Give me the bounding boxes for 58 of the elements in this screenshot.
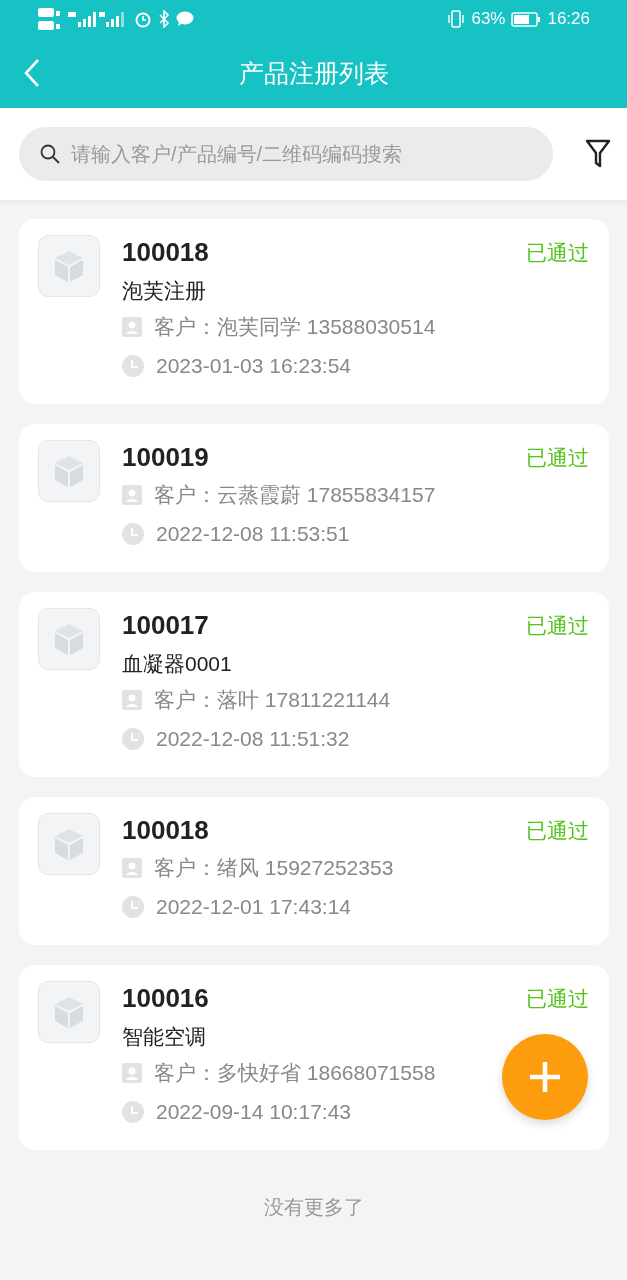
product-thumbnail (38, 235, 100, 297)
status-label: 已通过 (526, 986, 589, 1012)
registration-time: 2023-01-03 16:23:54 (156, 353, 351, 378)
customer-text: 客户：绪风 15927252353 (154, 854, 394, 881)
person-icon (122, 1062, 142, 1083)
status-label: 已通过 (526, 818, 589, 844)
product-name: 血凝器0001 (122, 651, 233, 677)
battery-icon (511, 11, 542, 27)
product-thumbnail (38, 813, 100, 875)
search-field[interactable]: 请输入客户/产品编号/二维码编码搜索 (19, 127, 553, 181)
plus-icon (528, 1060, 562, 1094)
registration-time: 2022-09-14 10:17:43 (156, 1099, 351, 1124)
status-label: 已通过 (526, 445, 589, 471)
registration-time: 2022-12-08 11:51:32 (156, 726, 350, 751)
person-icon (122, 857, 142, 878)
status-label: 已通过 (526, 613, 589, 639)
page-title: 产品注册列表 (238, 57, 389, 89)
product-number: 100018 (122, 814, 209, 847)
registration-card[interactable]: 100019 客户：云蒸霞蔚 17855834157 2022-12-08 11:53:51 已通过 (19, 424, 609, 572)
clock-icon (122, 1100, 144, 1123)
registration-card[interactable]: 100018 泡芙注册 客户：泡芙同学 13588030514 2023-01-03 16:23:54 已通过 (19, 219, 609, 404)
customer-text: 客户：泡芙同学 13588030514 (154, 313, 436, 340)
alarm-icon (134, 10, 152, 28)
clock-icon (122, 895, 144, 918)
vibrate-icon (447, 10, 466, 28)
filter-icon[interactable] (585, 139, 611, 169)
status-label: 已通过 (526, 240, 589, 266)
product-thumbnail (38, 608, 100, 670)
product-number: 100017 (122, 609, 209, 642)
registration-time: 2022-12-01 17:43:14 (156, 894, 351, 919)
end-of-list-text: 没有更多了 (262, 1195, 365, 1220)
search-icon (39, 143, 61, 165)
product-number: 100018 (122, 236, 209, 269)
person-icon (122, 316, 142, 337)
product-thumbnail (38, 440, 100, 502)
message-icon (176, 11, 194, 27)
clock-icon (122, 727, 144, 750)
product-number: 100019 (122, 441, 209, 474)
product-thumbnail (38, 981, 100, 1043)
registration-time: 2022-12-08 11:53:51 (156, 521, 350, 546)
product-name: 智能空调 (122, 1024, 207, 1050)
registration-card[interactable]: 100018 客户：绪风 15927252353 2022-12-01 17:43:14 已通过 (19, 797, 609, 945)
product-name: 泡芙注册 (122, 278, 207, 304)
clock-icon (122, 354, 144, 377)
clock-icon (122, 522, 144, 545)
customer-text: 客户：落叶 17811221144 (154, 686, 391, 713)
product-number: 100016 (122, 982, 209, 1015)
person-icon (122, 689, 142, 710)
sim-icon (38, 6, 62, 32)
person-icon (122, 484, 142, 505)
bluetooth-icon (158, 10, 170, 28)
back-button[interactable] (24, 58, 40, 88)
clock-time: 16:26 (547, 9, 590, 29)
customer-text: 客户：云蒸霞蔚 17855834157 (154, 481, 436, 508)
registration-card[interactable]: 100017 血凝器0001 客户：落叶 17811221144 2022-12-08 11:51:32 已通过 (19, 592, 609, 777)
customer-text: 客户：多快好省 18668071558 (154, 1059, 436, 1086)
battery-percent: 63% (471, 9, 506, 29)
registration-card[interactable]: 100016 智能空调 客户：多快好省 18668071558 2022-09-14 10:17:43 已通过 (19, 965, 609, 1150)
